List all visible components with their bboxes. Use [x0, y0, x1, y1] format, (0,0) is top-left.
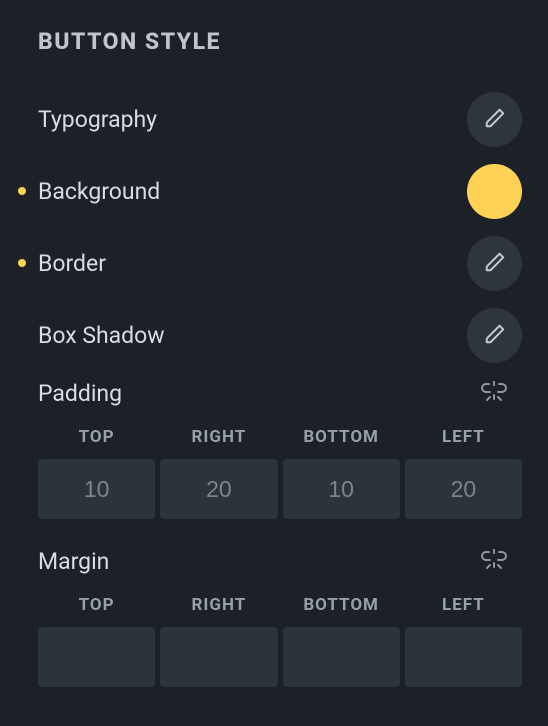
padding-bottom-input[interactable]: [283, 459, 400, 519]
padding-left-col: LEFT: [405, 427, 522, 519]
border-row: Border: [26, 227, 522, 299]
margin-right-col: RIGHT: [160, 595, 277, 687]
background-color-swatch[interactable]: [467, 164, 522, 219]
margin-top-header: TOP: [79, 595, 115, 615]
box-shadow-row: Box Shadow: [26, 299, 522, 371]
padding-left-header: LEFT: [442, 427, 485, 447]
margin-right-input[interactable]: [160, 627, 277, 687]
padding-bottom-header: BOTTOM: [303, 427, 379, 447]
border-label: Border: [38, 250, 106, 277]
padding-right-col: RIGHT: [160, 427, 277, 519]
padding-link-toggle[interactable]: [476, 379, 512, 407]
margin-bottom-col: BOTTOM: [283, 595, 400, 687]
margin-bottom-input[interactable]: [283, 627, 400, 687]
typography-label: Typography: [38, 106, 157, 133]
margin-left-input[interactable]: [405, 627, 522, 687]
typography-edit-button[interactable]: [467, 92, 522, 147]
padding-right-header: RIGHT: [192, 427, 247, 447]
margin-bottom-header: BOTTOM: [303, 595, 379, 615]
margin-left-col: LEFT: [405, 595, 522, 687]
padding-left-input[interactable]: [405, 459, 522, 519]
background-row: Background: [26, 155, 522, 227]
padding-label: Padding: [38, 380, 122, 407]
padding-top-col: TOP: [38, 427, 155, 519]
unlink-icon: [481, 549, 507, 574]
padding-top-header: TOP: [79, 427, 115, 447]
pencil-icon: [484, 107, 506, 132]
modified-indicator-icon: [18, 187, 26, 195]
margin-left-header: LEFT: [442, 595, 485, 615]
padding-grid: TOP RIGHT BOTTOM LEFT: [38, 427, 522, 519]
margin-label: Margin: [38, 548, 109, 575]
margin-top-input[interactable]: [38, 627, 155, 687]
unlink-icon: [481, 381, 507, 406]
margin-grid: TOP RIGHT BOTTOM LEFT: [38, 595, 522, 687]
padding-header-row: Padding: [26, 379, 522, 407]
margin-header-row: Margin: [26, 547, 522, 575]
pencil-icon: [484, 251, 506, 276]
box-shadow-label: Box Shadow: [38, 322, 165, 349]
pencil-icon: [484, 323, 506, 348]
background-label: Background: [38, 178, 160, 205]
padding-top-input[interactable]: [38, 459, 155, 519]
typography-row: Typography: [26, 83, 522, 155]
margin-link-toggle[interactable]: [476, 547, 512, 575]
margin-top-col: TOP: [38, 595, 155, 687]
padding-bottom-col: BOTTOM: [283, 427, 400, 519]
border-edit-button[interactable]: [467, 236, 522, 291]
margin-right-header: RIGHT: [192, 595, 247, 615]
section-title: BUTTON STYLE: [38, 28, 522, 55]
padding-right-input[interactable]: [160, 459, 277, 519]
box-shadow-edit-button[interactable]: [467, 308, 522, 363]
modified-indicator-icon: [18, 259, 26, 267]
